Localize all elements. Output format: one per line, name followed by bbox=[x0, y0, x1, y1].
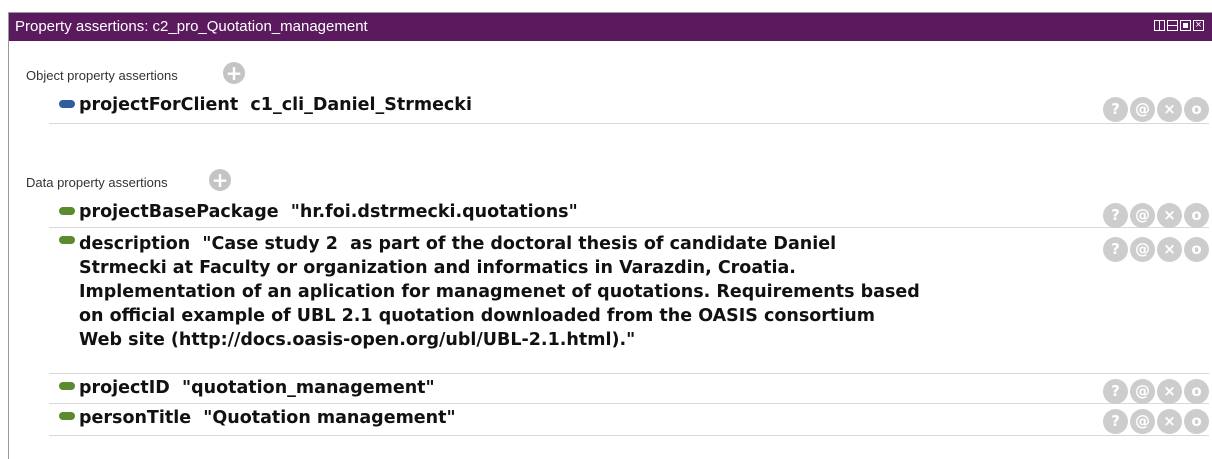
data-property-text: personTitle "Quotation management" bbox=[79, 408, 456, 428]
panel-titlebar: Property assertions: c2_pro_Quotation_ma… bbox=[9, 13, 1212, 41]
row-actions: ? @ × o bbox=[1103, 203, 1209, 228]
data-property-row[interactable]: personTitle "Quotation management" ? @ ×… bbox=[49, 404, 1209, 436]
row-actions: ? @ × o bbox=[1103, 379, 1209, 404]
delete-icon[interactable]: × bbox=[1157, 237, 1182, 262]
data-property-text: projectBasePackage "hr.foi.dstrmecki.quo… bbox=[79, 202, 578, 222]
data-property-icon bbox=[59, 236, 75, 244]
data-property-icon bbox=[59, 382, 75, 390]
split-vertical-icon[interactable] bbox=[1154, 20, 1165, 31]
annotate-icon[interactable]: @ bbox=[1130, 409, 1155, 434]
object-property-text: projectForClient c1_cli_Daniel_Strmecki bbox=[79, 95, 472, 115]
data-property-assertions-label: Data property assertions bbox=[26, 175, 168, 190]
panel-title: Property assertions: c2_pro_Quotation_ma… bbox=[15, 18, 368, 35]
close-icon[interactable] bbox=[1193, 17, 1204, 33]
data-property-text: projectID "quotation_management" bbox=[79, 378, 435, 398]
annotate-icon[interactable]: @ bbox=[1130, 237, 1155, 262]
row-actions: ? @ × o bbox=[1103, 237, 1209, 262]
maximize-icon[interactable] bbox=[1180, 20, 1191, 31]
object-property-assertions-label: Object property assertions bbox=[26, 68, 178, 83]
data-property-text: description "Case study 2 as part of the… bbox=[79, 234, 920, 350]
delete-icon[interactable]: × bbox=[1157, 97, 1182, 122]
annotate-icon[interactable]: @ bbox=[1130, 379, 1155, 404]
delete-icon[interactable]: × bbox=[1157, 379, 1182, 404]
edit-icon[interactable]: o bbox=[1184, 409, 1209, 434]
annotate-icon[interactable]: @ bbox=[1130, 203, 1155, 228]
explain-icon[interactable]: ? bbox=[1103, 97, 1128, 122]
edit-icon[interactable]: o bbox=[1184, 203, 1209, 228]
split-horizontal-icon[interactable] bbox=[1167, 20, 1178, 31]
edit-icon[interactable]: o bbox=[1184, 237, 1209, 262]
data-property-row[interactable]: projectBasePackage "hr.foi.dstrmecki.quo… bbox=[49, 199, 1209, 228]
explain-icon[interactable]: ? bbox=[1103, 409, 1128, 434]
data-property-row[interactable]: projectID "quotation_management" ? @ × o bbox=[49, 374, 1209, 404]
data-property-icon bbox=[59, 412, 75, 420]
delete-icon[interactable]: × bbox=[1157, 409, 1182, 434]
window-controls bbox=[1154, 17, 1204, 33]
explain-icon[interactable]: ? bbox=[1103, 237, 1128, 262]
add-object-property-button[interactable]: + bbox=[223, 62, 245, 84]
annotate-icon[interactable]: @ bbox=[1130, 97, 1155, 122]
edit-icon[interactable]: o bbox=[1184, 379, 1209, 404]
explain-icon[interactable]: ? bbox=[1103, 203, 1128, 228]
object-property-row[interactable]: projectForClient c1_cli_Daniel_Strmecki … bbox=[49, 92, 1209, 124]
delete-icon[interactable]: × bbox=[1157, 203, 1182, 228]
edit-icon[interactable]: o bbox=[1184, 97, 1209, 122]
explain-icon[interactable]: ? bbox=[1103, 379, 1128, 404]
add-data-property-button[interactable]: + bbox=[209, 169, 231, 191]
object-property-icon bbox=[59, 100, 75, 108]
property-assertions-panel: Property assertions: c2_pro_Quotation_ma… bbox=[8, 12, 1212, 459]
row-actions: ? @ × o bbox=[1103, 97, 1209, 122]
data-property-icon bbox=[59, 207, 75, 215]
row-actions: ? @ × o bbox=[1103, 409, 1209, 434]
data-property-row[interactable]: description "Case study 2 as part of the… bbox=[49, 228, 1209, 374]
